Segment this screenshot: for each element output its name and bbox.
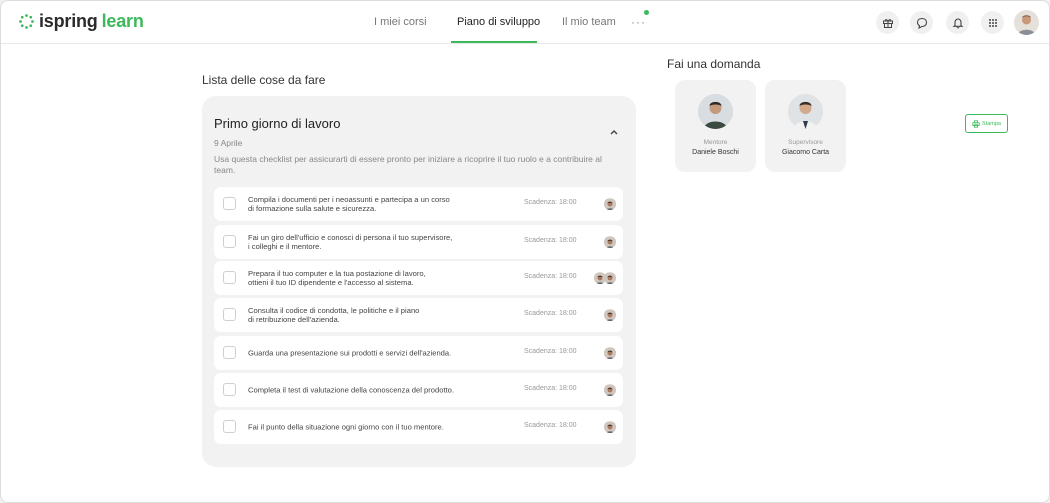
assignee-avatar[interactable] — [604, 384, 616, 396]
bell-icon — [951, 17, 964, 28]
task-row[interactable]: Prepara il tuo computer e la tua postazi… — [214, 261, 623, 295]
printer-icon — [972, 119, 980, 128]
chat-icon — [916, 17, 927, 29]
top-bar: ispring learn I miei corsi Piano di svilu… — [1, 1, 1049, 44]
task-text: Guarda una presentazione sui prodotti e … — [248, 348, 452, 358]
print-button[interactable]: Stampa — [965, 114, 1008, 133]
task-deadline: Scadenza: 18:00 — [524, 273, 577, 280]
gift-icon — [882, 18, 893, 28]
checklist-description: Usa questa checklist per assicurarti di … — [214, 154, 602, 175]
logo-text-ispring: ispring — [39, 11, 98, 31]
mentor-card[interactable]: Mentore Daniele Boschi — [675, 80, 756, 172]
logo-text-learn: learn — [101, 11, 144, 31]
task-text: Prepara il tuo computer e la tua postazi… — [248, 269, 426, 287]
supervisor-avatar-icon — [788, 94, 823, 129]
task-checkbox[interactable] — [223, 420, 236, 433]
task-deadline: Scadenza: 18:00 — [524, 422, 577, 429]
task-deadline: Scadenza: 18:00 — [524, 237, 577, 244]
notifications-button[interactable] — [946, 11, 969, 34]
task-checkbox[interactable] — [223, 197, 236, 210]
ispring-logo[interactable]: ispring learn — [18, 11, 144, 32]
nav-development-plan[interactable]: Piano di sviluppo — [457, 16, 540, 28]
todo-section-title: Lista delle cose da fare — [202, 73, 326, 87]
task-text: Fai il punto della situazione ogni giorn… — [248, 422, 444, 432]
nav-my-team[interactable]: Il mio team — [562, 16, 616, 28]
task-row[interactable]: Compila i documenti per i neoassunti e p… — [214, 187, 623, 221]
print-label: Stampa — [982, 120, 1001, 127]
task-text: Consulta il codice di condotta, le polit… — [248, 306, 420, 324]
mentor-name: Daniele Boschi — [692, 149, 739, 156]
checklist-date: 9 Aprile — [214, 138, 243, 148]
supervisor-role: Supervisore — [788, 139, 823, 146]
task-deadline: Scadenza: 18:00 — [524, 348, 577, 355]
task-checkbox[interactable] — [223, 235, 236, 248]
task-row[interactable]: Guarda una presentazione sui prodotti e … — [214, 336, 623, 370]
task-deadline: Scadenza: 18:00 — [524, 385, 577, 392]
checklist-title: Primo giorno di lavoro — [214, 116, 341, 131]
checklist-card: Primo giorno di lavoro 9 Aprile Usa ques… — [202, 96, 636, 467]
assignee-avatar[interactable] — [604, 236, 616, 248]
mentor-role: Mentore — [703, 139, 728, 146]
apps-grid-icon — [988, 18, 997, 27]
assignee-avatar[interactable] — [604, 309, 616, 321]
task-text: Compila i documenti per i neoassunti e p… — [248, 195, 450, 213]
task-checkbox[interactable] — [223, 308, 236, 321]
app-window: ispring learn I miei corsi Piano di svilu… — [0, 0, 1050, 503]
mentor-avatar — [698, 94, 733, 129]
task-checkbox[interactable] — [223, 383, 236, 396]
more-menu-button[interactable]: ··· — [631, 15, 646, 29]
supervisor-card[interactable]: Supervisore Giacomo Carta — [765, 80, 846, 172]
task-checkbox[interactable] — [223, 271, 236, 284]
supervisor-avatar — [788, 94, 823, 129]
active-tab-indicator — [451, 41, 537, 43]
task-row[interactable]: Consulta il codice di condotta, le polit… — [214, 298, 623, 332]
task-row[interactable]: Completa il test di valutazione della co… — [214, 373, 623, 407]
apps-button[interactable] — [981, 11, 1004, 34]
task-row[interactable]: Fai il punto della situazione ogni giorn… — [214, 410, 623, 444]
task-row[interactable]: Fai un giro dell'ufficio e conosci di pe… — [214, 225, 623, 259]
notification-dot — [644, 10, 649, 15]
task-checkbox[interactable] — [223, 346, 236, 359]
assignee-avatar[interactable] — [604, 421, 616, 433]
assignee-avatar[interactable] — [604, 198, 616, 210]
task-text: Fai un giro dell'ufficio e conosci di pe… — [248, 233, 453, 251]
mentor-avatar-icon — [698, 94, 733, 129]
assignee-avatar[interactable] — [604, 347, 616, 359]
nav-my-courses[interactable]: I miei corsi — [374, 16, 427, 28]
ispring-logo-icon — [19, 14, 34, 29]
assignee-avatar[interactable] — [604, 272, 616, 284]
supervisor-name: Giacomo Carta — [781, 149, 830, 156]
user-avatar-icon — [1018, 15, 1035, 35]
ask-section-title: Fai una domanda — [667, 57, 761, 71]
chat-button[interactable] — [910, 11, 933, 34]
gift-button[interactable] — [876, 11, 899, 34]
user-avatar[interactable] — [1014, 10, 1039, 35]
collapse-chevron-up-icon[interactable] — [609, 127, 619, 137]
task-deadline: Scadenza: 18:00 — [524, 310, 577, 317]
task-text: Completa il test di valutazione della co… — [248, 385, 454, 395]
task-deadline: Scadenza: 18:00 — [524, 199, 577, 206]
